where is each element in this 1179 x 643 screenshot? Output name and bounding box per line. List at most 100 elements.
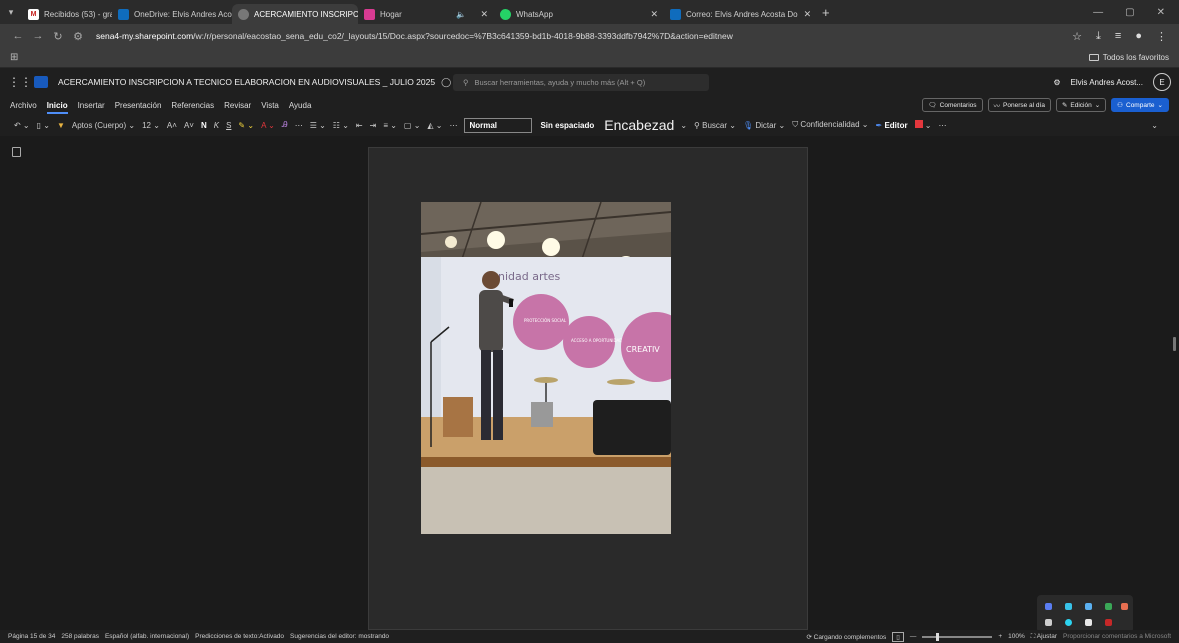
minimize-icon[interactable]: — [1093, 7, 1103, 18]
tab-archivo[interactable]: Archivo [10, 101, 37, 110]
more-icon[interactable]: ⋯ [939, 121, 947, 130]
zoom-out-icon[interactable]: — [910, 633, 917, 640]
settings-gear-icon[interactable]: ⚙ [1053, 78, 1060, 87]
tab-search-icon[interactable]: ▾ [0, 0, 22, 24]
forward-icon[interactable]: → [28, 30, 48, 42]
undo-icon[interactable]: ↶ ⌄ [14, 121, 30, 130]
tray-app-icon[interactable] [1105, 603, 1112, 610]
focus-mode-icon[interactable]: ▯ [892, 631, 904, 642]
numbering-icon[interactable]: ☷ ⌄ [333, 121, 349, 130]
tray-app-icon[interactable] [1121, 603, 1128, 610]
zoom-slider-thumb[interactable] [936, 632, 940, 641]
new-tab-button[interactable]: + [814, 5, 838, 20]
stage-photo[interactable]: unidad artes PROTECCIÓN SOCIAL ACCESO A … [421, 202, 671, 534]
tab-insertar[interactable]: Insertar [78, 101, 105, 110]
browser-tab-outlook[interactable]: Correo: Elvis Andres Acosta Do ✕ [664, 4, 814, 24]
more-icon[interactable]: ⋯ [295, 121, 303, 130]
word-count[interactable]: 258 palabras [61, 633, 99, 640]
tray-app-icon[interactable] [1065, 603, 1072, 610]
download-icon[interactable]: ⤓ [1096, 30, 1101, 43]
tray-app-icon[interactable] [1105, 619, 1112, 626]
tab-inicio[interactable]: Inicio [46, 101, 68, 114]
tab-referencias[interactable]: Referencias [171, 101, 214, 110]
browser-tab-gmail[interactable]: M Recibidos (53) - graficorelvisacos ✕ [22, 4, 112, 24]
zoom-level[interactable]: 100% [1008, 633, 1025, 640]
word-logo-icon[interactable] [34, 76, 48, 88]
bookmark-star-icon[interactable]: ☆ [1072, 30, 1082, 43]
reload-icon[interactable]: ↻ [48, 30, 68, 43]
apps-grid-icon[interactable]: ⊞ [10, 52, 18, 63]
font-size-select[interactable]: 12 ⌄ [142, 121, 160, 130]
highlight-icon[interactable]: ✎ ⌄ [238, 121, 254, 130]
tab-vista[interactable]: Vista [261, 101, 279, 110]
text-predictions[interactable]: Predicciones de texto:Activado [195, 633, 284, 640]
menu-icon[interactable]: ⋮ [1156, 30, 1167, 43]
italic-icon[interactable]: K [214, 121, 219, 130]
back-icon[interactable]: ← [8, 30, 28, 42]
site-info-icon[interactable]: ⚙ [68, 30, 88, 43]
page-count[interactable]: Página 15 de 34 [8, 633, 55, 640]
scrollbar-thumb[interactable] [1173, 337, 1176, 351]
styles-dropdown-icon[interactable]: ⌄ [680, 121, 687, 130]
user-name[interactable]: Elvis Andres Acost... [1071, 78, 1143, 87]
tab-presentacion[interactable]: Presentación [115, 101, 162, 110]
editor-button[interactable]: ✒ Editor [876, 121, 908, 130]
shrink-font-icon[interactable]: A˅ [184, 121, 194, 130]
url-field[interactable]: sena4-my.sharepoint.com/w:/r/personal/ea… [96, 31, 1072, 41]
find-button[interactable]: ⚲ Buscar ⌄ [694, 121, 736, 130]
tray-app-icon[interactable] [1085, 619, 1092, 626]
tray-app-icon[interactable] [1085, 603, 1092, 610]
browser-tab-hogar[interactable]: Hogar [358, 4, 450, 24]
decrease-indent-icon[interactable]: ⇤ [356, 121, 363, 130]
document-page[interactable]: unidad artes PROTECCIÓN SOCIAL ACCESO A … [368, 147, 808, 630]
style-no-spacing[interactable]: Sin espaciado [540, 121, 594, 130]
sensitivity-button[interactable]: ⛉ Confidencialidad ⌄ [792, 120, 868, 130]
browser-tab-audio[interactable]: 🔈 ✕ [450, 4, 494, 24]
navigation-pane-icon[interactable] [12, 147, 21, 157]
maximize-icon[interactable]: ▢ [1125, 7, 1134, 18]
extensions-icon[interactable]: ≡ [1115, 30, 1121, 43]
close-icon[interactable]: ✕ [474, 9, 488, 20]
more-icon[interactable]: ⋯ [449, 121, 457, 130]
zoom-slider[interactable] [922, 632, 993, 641]
avatar[interactable]: E [1153, 73, 1171, 91]
tab-ayuda[interactable]: Ayuda [289, 101, 312, 110]
borders-icon[interactable]: ▢ ⌄ [404, 121, 420, 130]
close-icon[interactable]: ✕ [644, 9, 658, 20]
tray-app-icon[interactable] [1065, 619, 1072, 626]
app-launcher-icon[interactable]: ⋮⋮⋮ [8, 75, 44, 89]
close-window-icon[interactable]: ✕ [1157, 7, 1165, 18]
style-normal[interactable]: Normal [464, 117, 533, 133]
search-input[interactable]: ⚲ Buscar herramientas, ayuda y mucho más… [453, 74, 709, 91]
shading-icon[interactable]: ◭ ⌄ [427, 121, 442, 130]
increase-indent-icon[interactable]: ⇥ [370, 121, 377, 130]
share-button[interactable]: ⚇ Comparte ⌄ [1111, 98, 1169, 112]
browser-tab-whatsapp[interactable]: WhatsApp ✕ [494, 4, 664, 24]
grow-font-icon[interactable]: A˄ [167, 121, 177, 130]
tab-revisar[interactable]: Revisar [224, 101, 251, 110]
comments-button[interactable]: 🗨 Comentarios [922, 98, 983, 112]
profile-icon[interactable]: ● [1135, 30, 1142, 43]
clipboard-icon[interactable]: ▯ ⌄ [37, 121, 50, 130]
tray-app-icon[interactable] [1045, 603, 1052, 610]
feedback-link[interactable]: Proporcionar comentarios a Microsoft [1063, 633, 1171, 640]
close-icon[interactable]: ✕ [798, 9, 812, 20]
catch-up-button[interactable]: 〰 Ponerse al día [987, 98, 1051, 112]
language-status[interactable]: Español (alfab. internacional) [105, 633, 189, 640]
format-painter-icon[interactable]: ▼ [57, 121, 65, 130]
collapse-ribbon-icon[interactable]: ⌄ [1151, 121, 1158, 130]
editing-mode-button[interactable]: ✎ Edición ⌄ [1055, 98, 1107, 112]
zoom-in-icon[interactable]: + [998, 633, 1002, 640]
document-title[interactable]: ACERCAMIENTO INSCRIPCION A TECNICO ELABO… [58, 77, 435, 87]
editor-suggestions[interactable]: Sugerencias del editor: mostrando [290, 633, 389, 640]
style-heading[interactable]: Encabezad [604, 117, 674, 133]
addins-button[interactable]: ⌄ [914, 120, 932, 130]
font-color-icon[interactable]: A ⌄ [261, 121, 275, 130]
bullets-icon[interactable]: ☰ ⌄ [310, 121, 326, 130]
underline-icon[interactable]: S [226, 121, 231, 130]
bold-icon[interactable]: N [201, 121, 207, 130]
all-bookmarks-button[interactable]: Todos los favoritos [1088, 53, 1169, 62]
styles-pane-icon[interactable]: Ꭿ [282, 120, 288, 130]
tray-app-icon[interactable] [1045, 619, 1052, 626]
dictate-button[interactable]: 🎙 Dictar ⌄ [743, 121, 785, 130]
